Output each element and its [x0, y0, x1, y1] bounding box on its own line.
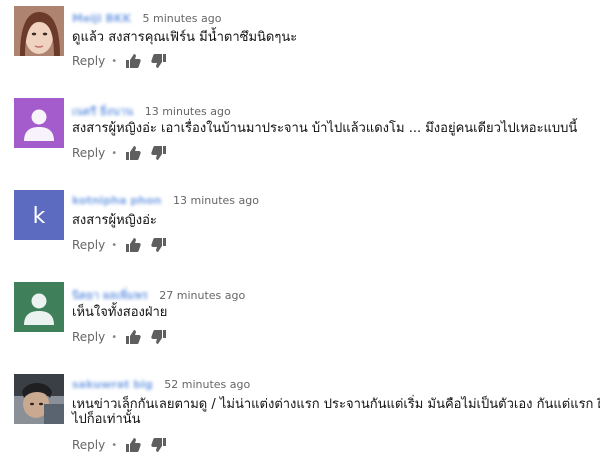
reply-button[interactable]: Reply — [72, 54, 105, 68]
avatar[interactable] — [14, 282, 64, 332]
comment-author[interactable]: เนตรี ยิ่งนาน — [72, 102, 133, 120]
comment-timestamp[interactable]: 13 minutes ago — [145, 105, 231, 118]
reply-button[interactable]: Reply — [72, 438, 105, 452]
comment-text-line: ไปก็อเท่านั้น — [72, 412, 141, 427]
comment-text-line: เหนข่าวเล็กกันเลยตามดู / ไม่น่าแต่งต่างแ… — [72, 397, 600, 412]
comment-timestamp[interactable]: 5 minutes ago — [142, 12, 221, 25]
thumbs-down-icon[interactable] — [151, 329, 167, 345]
thumbs-up-icon[interactable] — [125, 237, 141, 253]
comment-text: เหนข่าวเล็กกันเลยตามดู / ไม่น่าแต่งต่างแ… — [72, 397, 600, 427]
thumbs-up-icon[interactable] — [125, 329, 141, 345]
comment-timestamp[interactable]: 13 minutes ago — [173, 194, 259, 207]
comment-author[interactable]: Meiji BKK — [72, 12, 131, 25]
thumbs-down-icon[interactable] — [151, 145, 167, 161]
comment-text: เห็นใจทั้งสองฝ่าย — [72, 305, 167, 320]
comment-text-line: เห็นใจทั้งสองฝ่าย — [72, 305, 168, 320]
separator-dot: • — [111, 147, 118, 159]
comment-author[interactable]: นิตยา ผลเพิ่มพร — [72, 286, 148, 304]
comment-actions: Reply • — [72, 53, 177, 69]
comment-text: ดูแล้ว สงสารคุณเฟิร์น มีน้ำตาซึมนิดๆนะ — [72, 30, 297, 45]
avatar-letter: k — [33, 204, 46, 229]
comment-text-line: ดูแล้ว สงสารคุณเฟิร์น มีน้ำตาซึมนิดๆนะ — [72, 30, 298, 45]
comment-author[interactable]: kotnipha phon — [72, 194, 162, 207]
thumbs-up-icon[interactable] — [125, 53, 141, 69]
comment-actions: Reply • — [72, 329, 177, 345]
comment-actions: Reply • — [72, 437, 177, 453]
avatar[interactable] — [14, 6, 64, 56]
comment-author[interactable]: sakuwrat big — [72, 378, 153, 391]
separator-dot: • — [111, 331, 118, 343]
separator-dot: • — [111, 55, 118, 67]
thumbs-up-icon[interactable] — [125, 145, 141, 161]
comment-text: สงสารผู้หญิงอ่ะ — [72, 213, 157, 228]
comment-actions: Reply • — [72, 145, 177, 161]
thumbs-down-icon[interactable] — [151, 237, 167, 253]
comment-text: สงสารผู้หญิงอ่ะ เอาเรื่องในบ้านมาประจาน … — [72, 121, 577, 136]
separator-dot: • — [111, 239, 118, 251]
comment-timestamp[interactable]: 52 minutes ago — [164, 378, 250, 391]
reply-button[interactable]: Reply — [72, 146, 105, 160]
thumbs-up-icon[interactable] — [125, 437, 141, 453]
avatar[interactable] — [14, 98, 64, 148]
avatar[interactable]: k — [14, 190, 64, 240]
separator-dot: • — [111, 439, 118, 451]
reply-button[interactable]: Reply — [72, 330, 105, 344]
thumbs-down-icon[interactable] — [151, 437, 167, 453]
avatar[interactable] — [14, 374, 64, 424]
reply-button[interactable]: Reply — [72, 238, 105, 252]
thumbs-down-icon[interactable] — [151, 53, 167, 69]
comment-actions: Reply • — [72, 237, 177, 253]
comment-text-line: สงสารผู้หญิงอ่ะ — [72, 213, 157, 228]
comment-timestamp[interactable]: 27 minutes ago — [159, 289, 245, 302]
comment-text-line: สงสารผู้หญิงอ่ะ เอาเรื่องในบ้านมาประจาน … — [72, 121, 578, 136]
